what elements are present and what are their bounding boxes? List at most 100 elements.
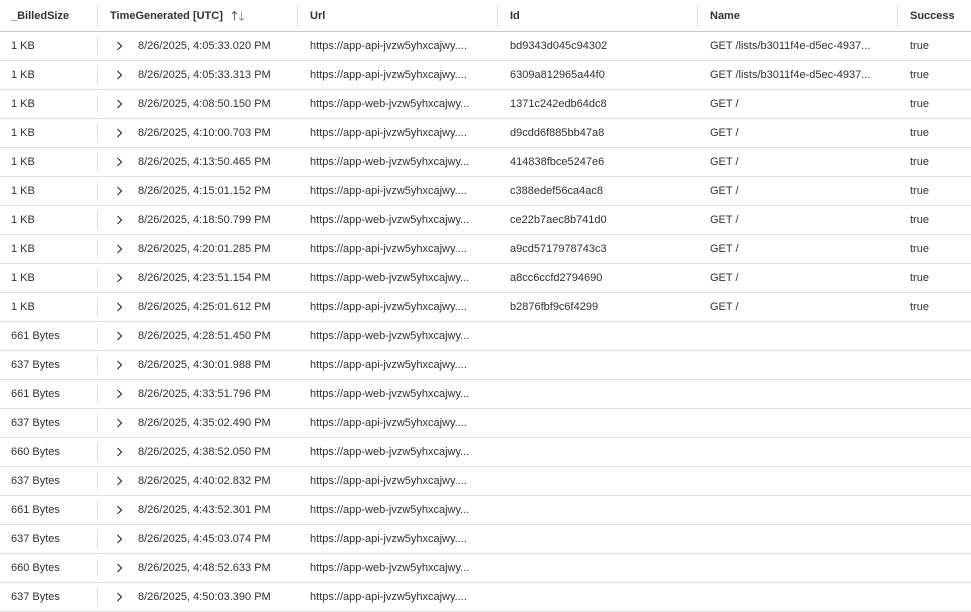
name-cell [710, 525, 895, 553]
url-cell: https://app-web-jvzw5yhxcajwy... [310, 156, 470, 168]
row-divider [97, 153, 98, 171]
name-cell: GET / [710, 98, 739, 110]
id-cell: c388edef56ca4ac8 [510, 185, 603, 197]
table-row[interactable]: 1 KB 8/26/2025, 4:23:51.154 PM https://a… [0, 264, 971, 293]
id-cell: b2876fbf9c6f4299 [510, 301, 599, 313]
chevron-right-icon[interactable] [113, 583, 125, 611]
row-divider [97, 298, 98, 316]
id-cell: d9cdd6f885bb47a8 [510, 127, 605, 139]
id-cell [510, 583, 690, 611]
url-cell: https://app-web-jvzw5yhxcajwy... [310, 330, 470, 342]
chevron-right-icon[interactable] [113, 409, 125, 437]
chevron-right-icon[interactable] [113, 438, 125, 466]
column-divider[interactable] [297, 5, 298, 27]
table-row[interactable]: 637 Bytes 8/26/2025, 4:50:03.390 PM http… [0, 583, 971, 612]
table-row[interactable]: 1 KB 8/26/2025, 4:13:50.465 PM https://a… [0, 148, 971, 177]
table-row[interactable]: 1 KB 8/26/2025, 4:20:01.285 PM https://a… [0, 235, 971, 264]
table-row[interactable]: 660 Bytes 8/26/2025, 4:38:52.050 PM http… [0, 438, 971, 467]
chevron-right-icon[interactable] [113, 351, 125, 379]
column-header-timegenerated[interactable]: TimeGenerated [UTC] [110, 0, 295, 31]
success-cell: true [910, 69, 929, 81]
table-row[interactable]: 1 KB 8/26/2025, 4:15:01.152 PM https://a… [0, 177, 971, 206]
timegenerated-cell: 8/26/2025, 4:33:51.796 PM [138, 388, 271, 400]
timegenerated-cell: 8/26/2025, 4:45:03.074 PM [138, 533, 271, 545]
column-divider[interactable] [97, 5, 98, 27]
row-divider [97, 559, 98, 577]
chevron-right-icon[interactable] [113, 61, 125, 89]
billedsize-cell: 1 KB [11, 98, 35, 110]
chevron-right-icon[interactable] [113, 235, 125, 263]
table-row[interactable]: 660 Bytes 8/26/2025, 4:48:52.633 PM http… [0, 554, 971, 583]
table-row[interactable]: 1 KB 8/26/2025, 4:05:33.020 PM https://a… [0, 32, 971, 61]
column-header-success[interactable]: Success [910, 0, 971, 31]
table-row[interactable]: 661 Bytes 8/26/2025, 4:33:51.796 PM http… [0, 380, 971, 409]
url-cell: https://app-api-jvzw5yhxcajwy.... [310, 243, 467, 255]
timegenerated-cell: 8/26/2025, 4:28:51.450 PM [138, 330, 271, 342]
timegenerated-cell: 8/26/2025, 4:38:52.050 PM [138, 446, 271, 458]
chevron-right-icon[interactable] [113, 496, 125, 524]
table-row[interactable]: 637 Bytes 8/26/2025, 4:35:02.490 PM http… [0, 409, 971, 438]
row-divider [97, 327, 98, 345]
column-divider[interactable] [697, 5, 698, 27]
table-row[interactable]: 1 KB 8/26/2025, 4:10:00.703 PM https://a… [0, 119, 971, 148]
billedsize-cell: 1 KB [11, 272, 35, 284]
url-cell: https://app-web-jvzw5yhxcajwy... [310, 272, 470, 284]
chevron-right-icon[interactable] [113, 119, 125, 147]
row-divider [97, 414, 98, 432]
billedsize-cell: 1 KB [11, 185, 35, 197]
timegenerated-cell: 8/26/2025, 4:05:33.313 PM [138, 69, 271, 81]
table-row[interactable]: 637 Bytes 8/26/2025, 4:40:02.832 PM http… [0, 467, 971, 496]
column-header-url[interactable]: Url [310, 0, 490, 31]
success-cell [910, 583, 971, 611]
success-cell: true [910, 98, 929, 110]
id-cell: 1371c242edb64dc8 [510, 98, 607, 110]
column-header-id[interactable]: Id [510, 0, 690, 31]
chevron-right-icon[interactable] [113, 380, 125, 408]
name-cell: GET / [710, 272, 739, 284]
url-cell: https://app-web-jvzw5yhxcajwy... [310, 388, 470, 400]
table-row[interactable]: 661 Bytes 8/26/2025, 4:43:52.301 PM http… [0, 496, 971, 525]
table-row[interactable]: 661 Bytes 8/26/2025, 4:28:51.450 PM http… [0, 322, 971, 351]
sort-arrows-icon[interactable] [231, 10, 245, 22]
timegenerated-cell: 8/26/2025, 4:20:01.285 PM [138, 243, 271, 255]
timegenerated-cell: 8/26/2025, 4:40:02.832 PM [138, 475, 271, 487]
success-cell [910, 525, 971, 553]
url-cell: https://app-web-jvzw5yhxcajwy... [310, 98, 470, 110]
url-cell: https://app-api-jvzw5yhxcajwy.... [310, 591, 467, 603]
column-header-billedsize[interactable]: _BilledSize [11, 0, 96, 31]
chevron-right-icon[interactable] [113, 467, 125, 495]
chevron-right-icon[interactable] [113, 293, 125, 321]
column-divider[interactable] [897, 5, 898, 27]
billedsize-cell: 1 KB [11, 243, 35, 255]
billedsize-cell: 637 Bytes [11, 475, 60, 487]
id-cell: ce22b7aec8b741d0 [510, 214, 607, 226]
chevron-right-icon[interactable] [113, 148, 125, 176]
row-divider [97, 472, 98, 490]
success-cell: true [910, 243, 929, 255]
chevron-right-icon[interactable] [113, 525, 125, 553]
chevron-right-icon[interactable] [113, 177, 125, 205]
name-cell: GET / [710, 214, 739, 226]
chevron-right-icon[interactable] [113, 554, 125, 582]
table-row[interactable]: 1 KB 8/26/2025, 4:08:50.150 PM https://a… [0, 90, 971, 119]
column-divider[interactable] [497, 5, 498, 27]
url-cell: https://app-web-jvzw5yhxcajwy... [310, 562, 470, 574]
success-cell [910, 409, 971, 437]
table-row[interactable]: 1 KB 8/26/2025, 4:25:01.612 PM https://a… [0, 293, 971, 322]
table-row[interactable]: 637 Bytes 8/26/2025, 4:30:01.988 PM http… [0, 351, 971, 380]
chevron-right-icon[interactable] [113, 206, 125, 234]
id-cell [510, 322, 690, 350]
timegenerated-cell: 8/26/2025, 4:23:51.154 PM [138, 272, 271, 284]
column-header-name[interactable]: Name [710, 0, 895, 31]
chevron-right-icon[interactable] [113, 322, 125, 350]
chevron-right-icon[interactable] [113, 264, 125, 292]
timegenerated-cell: 8/26/2025, 4:30:01.988 PM [138, 359, 271, 371]
chevron-right-icon[interactable] [113, 32, 125, 60]
url-cell: https://app-api-jvzw5yhxcajwy.... [310, 40, 467, 52]
table-row[interactable]: 1 KB 8/26/2025, 4:18:50.799 PM https://a… [0, 206, 971, 235]
table-row[interactable]: 637 Bytes 8/26/2025, 4:45:03.074 PM http… [0, 525, 971, 554]
billedsize-cell: 1 KB [11, 301, 35, 313]
chevron-right-icon[interactable] [113, 90, 125, 118]
billedsize-cell: 661 Bytes [11, 504, 60, 516]
table-row[interactable]: 1 KB 8/26/2025, 4:05:33.313 PM https://a… [0, 61, 971, 90]
